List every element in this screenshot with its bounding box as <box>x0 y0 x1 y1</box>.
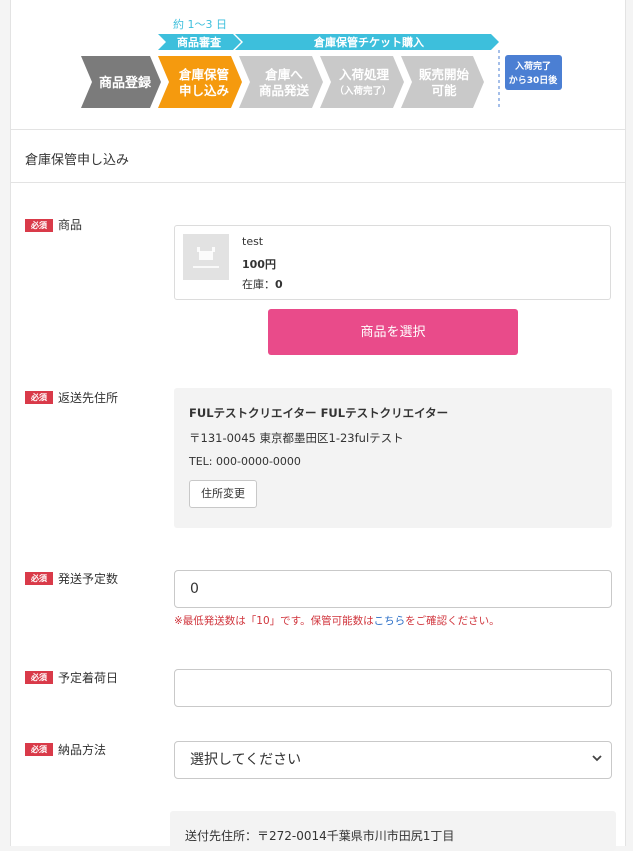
product-name: test <box>242 235 264 248</box>
return-address-label: 返送先住所 <box>58 391 119 405</box>
section-title: 倉庫保管申し込み <box>11 131 625 183</box>
review-label: 商品審査 <box>177 35 221 49</box>
step-2-line1: 倉庫保管 <box>178 67 229 82</box>
step-5-line2: 可能 <box>431 83 457 98</box>
delivery-method-select[interactable]: 選択してください <box>174 741 612 779</box>
select-product-button[interactable]: 商品を選択 <box>268 309 518 355</box>
step-4-line1: 入荷処理 <box>339 67 390 82</box>
return-address-box: FULテストクリエイター FULテストクリエイター 〒131-0045 東京都墨… <box>174 388 612 528</box>
milestone-badge-line1: 入荷完了 <box>514 60 551 72</box>
destination-address: 送付先住所：〒272-0014千葉県市川市田尻1丁目 <box>185 829 455 843</box>
product-image-icon <box>193 247 219 268</box>
stock-value: 0 <box>275 278 283 291</box>
delivery-method-value: 選択してください <box>190 752 302 768</box>
selected-product-card: test 100円 在庫：0 <box>174 225 611 300</box>
form-card: 約 1〜3 日 商品審査 倉庫保管チケット購入 商品登録 倉庫保管 申し込み 倉… <box>10 0 626 851</box>
product-stock: 在庫：0 <box>242 276 283 292</box>
capacity-link[interactable]: こちら <box>374 615 406 627</box>
return-address-name: FULテストクリエイター FULテストクリエイター <box>189 406 449 420</box>
step-3-line1: 倉庫へ <box>264 67 303 82</box>
destination-box: 送付先住所：〒272-0014千葉県市川市田尻1丁目 <box>170 811 616 851</box>
duration-label: 約 1〜3 日 <box>173 17 227 31</box>
delivery-method-label: 納品方法 <box>58 743 107 757</box>
step-3-line2: 商品発送 <box>259 83 310 98</box>
process-flow: 約 1〜3 日 商品審査 倉庫保管チケット購入 商品登録 倉庫保管 申し込み 倉… <box>11 0 625 130</box>
quantity-note-text-end: をご確認ください。 <box>405 615 500 627</box>
required-badge: 必須 <box>25 572 53 585</box>
required-badge: 必須 <box>25 743 53 756</box>
process-flow-diagram: 約 1〜3 日 商品審査 倉庫保管チケット購入 商品登録 倉庫保管 申し込み 倉… <box>81 17 562 110</box>
step-ship-to-warehouse <box>239 56 323 108</box>
chevron-down-icon <box>592 755 602 762</box>
milestone-badge-line2: から30日後 <box>509 74 559 86</box>
quantity-input[interactable]: 0 <box>174 570 612 608</box>
step-5-line1: 販売開始 <box>419 67 470 82</box>
ticket-label: 倉庫保管チケット購入 <box>313 35 424 49</box>
return-address-tel: TEL: 000-0000-0000 <box>189 455 301 468</box>
step-storage-apply <box>158 56 242 108</box>
quantity-note: ※最低発送数は「10」です。保管可能数はこちらをご確認ください。 <box>174 613 500 628</box>
step-1-label: 商品登録 <box>99 75 152 91</box>
return-address-line: 〒131-0045 東京都墨田区1-23fulテスト <box>189 431 404 445</box>
change-address-button[interactable]: 住所変更 <box>189 480 257 508</box>
product-price: 100円 <box>242 258 276 271</box>
required-badge: 必須 <box>25 219 53 232</box>
step-arrival-processing <box>320 56 404 108</box>
quantity-label: 発送予定数 <box>58 572 119 586</box>
product-thumbnail <box>183 234 229 280</box>
step-4-line2: （入荷完了） <box>334 85 391 97</box>
product-label: 商品 <box>58 218 83 232</box>
arrival-date-label: 予定着荷日 <box>58 671 119 685</box>
step-sales-start <box>401 56 484 108</box>
quantity-note-text: ※最低発送数は「10」です。保管可能数は <box>174 615 374 627</box>
required-badge: 必須 <box>25 391 53 404</box>
step-2-line2: 申し込み <box>179 83 230 98</box>
stock-label: 在庫： <box>242 278 275 291</box>
required-badge: 必須 <box>25 671 53 684</box>
arrival-date-input[interactable] <box>174 669 612 707</box>
